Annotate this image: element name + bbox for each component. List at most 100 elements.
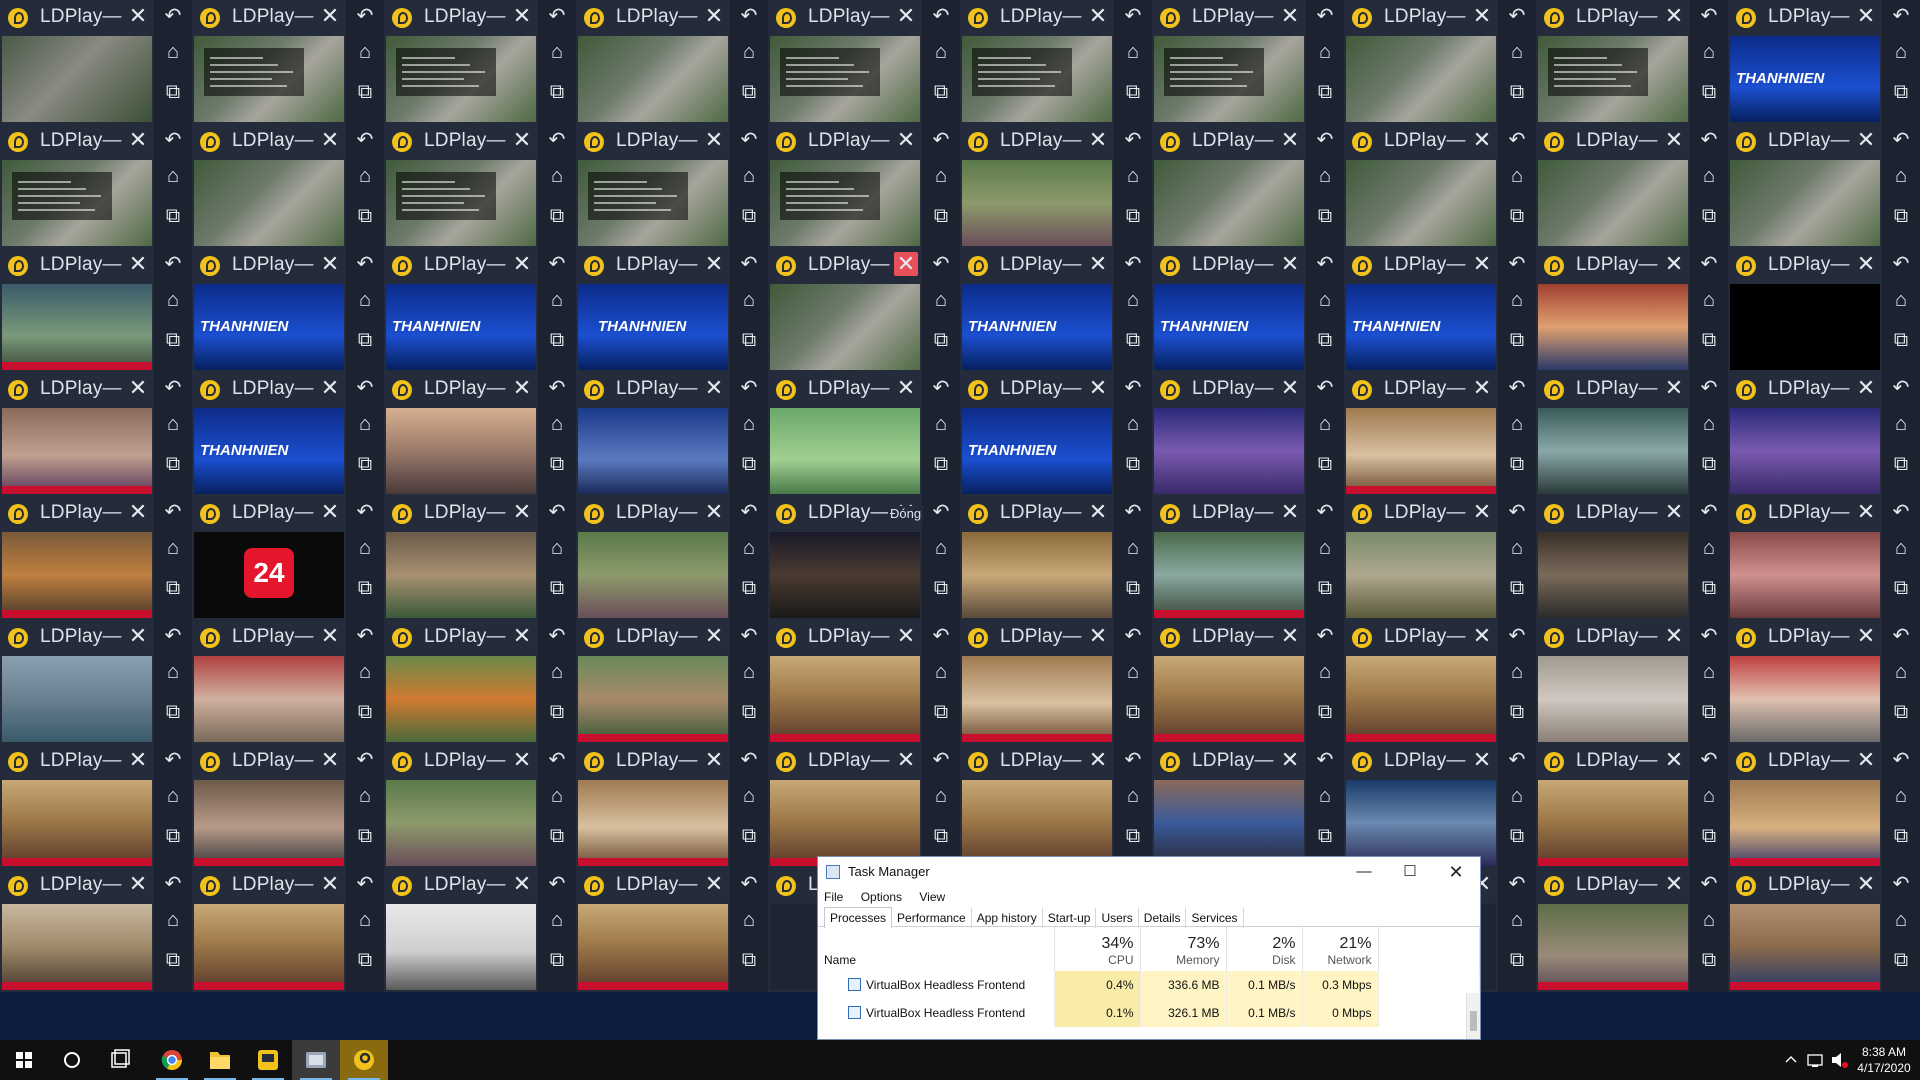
- home-icon[interactable]: ⌂: [1121, 536, 1145, 560]
- ldplayer-instance-window[interactable]: LDPlay—✕ ↶ ⌂ ⧉: [1152, 0, 1344, 124]
- close-icon[interactable]: ✕: [1278, 624, 1302, 648]
- instance-screen[interactable]: [2, 408, 152, 494]
- network-icon[interactable]: [1804, 1040, 1826, 1080]
- ldplayer-instance-window[interactable]: LDPlay—✕ ↶ ⌂ ⧉: [1536, 744, 1728, 868]
- close-icon[interactable]: ✕: [1086, 624, 1110, 648]
- back-icon[interactable]: ↶: [737, 252, 761, 276]
- instance-titlebar[interactable]: LDPlay—✕: [1728, 496, 1882, 530]
- instance-screen[interactable]: [1538, 408, 1688, 494]
- ldplayer-instance-window[interactable]: LDPlay— ✕ ↶ ⌂ ⧉ THANHNIEN: [192, 248, 384, 372]
- recent-apps-icon[interactable]: ⧉: [161, 452, 185, 476]
- close-icon[interactable]: ✕: [318, 748, 342, 772]
- back-icon[interactable]: ↶: [353, 252, 377, 276]
- instance-titlebar[interactable]: LDPlay—✕: [576, 124, 730, 158]
- close-icon[interactable]: ✕: [1086, 128, 1110, 152]
- close-icon[interactable]: ✕: [1278, 252, 1302, 276]
- instance-screen[interactable]: [1154, 160, 1304, 246]
- close-icon[interactable]: ✕: [1854, 128, 1878, 152]
- close-icon[interactable]: ✕: [894, 376, 918, 400]
- instance-titlebar[interactable]: LDPlay—✕: [1536, 124, 1690, 158]
- instance-titlebar[interactable]: LDPlay—✕: [960, 124, 1114, 158]
- home-icon[interactable]: ⌂: [353, 164, 377, 188]
- instance-screen[interactable]: [578, 656, 728, 742]
- close-icon[interactable]: ✕: [510, 748, 534, 772]
- recent-apps-icon[interactable]: ⧉: [1889, 452, 1913, 476]
- close-icon[interactable]: ✕: [702, 624, 726, 648]
- recent-apps-icon[interactable]: ⧉: [929, 700, 953, 724]
- recent-apps-icon[interactable]: ⧉: [161, 700, 185, 724]
- ldplayer-instance-window[interactable]: LDPlay—✕ ↶ ⌂ ⧉: [768, 372, 960, 496]
- photos-icon[interactable]: [292, 1040, 340, 1080]
- instance-screen[interactable]: THANHNIEN: [386, 284, 536, 370]
- instance-screen[interactable]: [1730, 408, 1880, 494]
- back-icon[interactable]: ↶: [1121, 376, 1145, 400]
- back-icon[interactable]: ↶: [161, 500, 185, 524]
- scrollbar-thumb[interactable]: [1470, 1011, 1477, 1031]
- column-network[interactable]: 21% Network: [1302, 927, 1379, 971]
- instance-titlebar[interactable]: LDPlay—✕: [1536, 372, 1690, 406]
- home-icon[interactable]: ⌂: [737, 412, 761, 436]
- instance-screen[interactable]: [1538, 656, 1688, 742]
- recent-apps-icon[interactable]: ⧉: [161, 824, 185, 848]
- ldplayer-instance-window[interactable]: LDPlay—✕ ↶ ⌂ ⧉: [1344, 0, 1536, 124]
- close-icon[interactable]: ✕: [1086, 4, 1110, 28]
- tab-services[interactable]: Services: [1186, 908, 1244, 928]
- ldplayer-instance-window[interactable]: LDPlay—✕ ↶ ⌂ ⧉: [1152, 496, 1344, 620]
- recent-apps-icon[interactable]: ⧉: [545, 824, 569, 848]
- home-icon[interactable]: ⌂: [161, 412, 185, 436]
- recent-apps-icon[interactable]: ⧉: [353, 452, 377, 476]
- back-icon[interactable]: ↶: [929, 4, 953, 28]
- close-icon[interactable]: ✕: [510, 500, 534, 524]
- instance-screen[interactable]: [1154, 780, 1304, 866]
- close-icon[interactable]: ✕: [126, 252, 150, 276]
- home-icon[interactable]: ⌂: [737, 40, 761, 64]
- ldplayer-instance-window[interactable]: LDPlay—✕ ↶ ⌂ ⧉: [384, 124, 576, 248]
- instance-screen[interactable]: [1346, 656, 1496, 742]
- recent-apps-icon[interactable]: ⧉: [545, 948, 569, 972]
- recent-apps-icon[interactable]: ⧉: [929, 452, 953, 476]
- instance-screen[interactable]: THANHNIEN: [1154, 284, 1304, 370]
- home-icon[interactable]: ⌂: [1505, 288, 1529, 312]
- ldplayer-instance-window[interactable]: LDPlay—✕ ↶ ⌂ ⧉: [0, 496, 192, 620]
- close-icon[interactable]: ✕: [126, 872, 150, 896]
- ldplayer-instance-window[interactable]: LDPlay—✕ ↶ ⌂ ⧉: [0, 124, 192, 248]
- instance-screen[interactable]: [2, 36, 152, 122]
- home-icon[interactable]: ⌂: [1313, 40, 1337, 64]
- home-icon[interactable]: ⌂: [1313, 660, 1337, 684]
- ldplayer-icon[interactable]: [340, 1040, 388, 1080]
- back-icon[interactable]: ↶: [1889, 872, 1913, 896]
- instance-screen[interactable]: [1346, 36, 1496, 122]
- instance-screen[interactable]: [2, 160, 152, 246]
- close-icon[interactable]: ✕: [1854, 872, 1878, 896]
- back-icon[interactable]: ↶: [1121, 624, 1145, 648]
- back-icon[interactable]: ↶: [545, 500, 569, 524]
- recent-apps-icon[interactable]: ⧉: [1505, 328, 1529, 352]
- instance-screen[interactable]: THANHNIEN: [1730, 36, 1880, 122]
- instance-titlebar[interactable]: LDPlay—✕: [576, 496, 730, 530]
- home-icon[interactable]: ⌂: [1505, 412, 1529, 436]
- home-icon[interactable]: ⌂: [929, 412, 953, 436]
- instance-titlebar[interactable]: LDPlay—✕: [1536, 248, 1690, 282]
- recent-apps-icon[interactable]: ⧉: [737, 204, 761, 228]
- tab-details[interactable]: Details: [1139, 908, 1187, 928]
- column-memory[interactable]: 73% Memory: [1140, 927, 1227, 971]
- back-icon[interactable]: ↶: [1697, 624, 1721, 648]
- instance-screen[interactable]: [2, 532, 152, 618]
- home-icon[interactable]: ⌂: [737, 660, 761, 684]
- ldplayer-instance-window[interactable]: LDPlay—✕ ↶ ⌂ ⧉: [960, 496, 1152, 620]
- close-icon[interactable]: ✕: [510, 128, 534, 152]
- home-icon[interactable]: ⌂: [1697, 908, 1721, 932]
- close-icon[interactable]: ✕: [1470, 252, 1494, 276]
- recent-apps-icon[interactable]: ⧉: [737, 452, 761, 476]
- close-icon[interactable]: ✕: [1662, 128, 1686, 152]
- back-icon[interactable]: ↶: [1697, 128, 1721, 152]
- instance-titlebar[interactable]: LDPlay—✕: [1152, 372, 1306, 406]
- instance-titlebar[interactable]: LDPlay—✕: [960, 248, 1114, 282]
- ldplayer-instance-window[interactable]: LDPlay—✕ ↶ ⌂ ⧉: [1152, 744, 1344, 868]
- close-icon[interactable]: ✕: [1662, 252, 1686, 276]
- ldplayer-instance-window[interactable]: LDPlay—✕ ↶ ⌂ ⧉: [768, 620, 960, 744]
- back-icon[interactable]: ↶: [737, 4, 761, 28]
- home-icon[interactable]: ⌂: [1313, 536, 1337, 560]
- instance-titlebar[interactable]: LDPlay—✕: [768, 744, 922, 778]
- recent-apps-icon[interactable]: ⧉: [545, 328, 569, 352]
